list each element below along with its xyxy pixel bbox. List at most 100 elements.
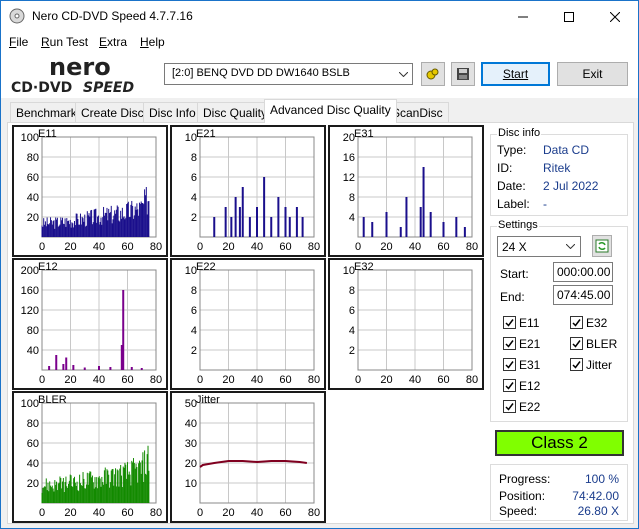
minimize-button[interactable]: [500, 1, 546, 32]
disc-id-label: ID:: [497, 161, 513, 175]
y-tick-label: 2: [191, 345, 197, 357]
maximize-button[interactable]: [546, 1, 592, 32]
close-button[interactable]: [592, 1, 638, 32]
checkbox-e31[interactable]: [503, 358, 516, 371]
y-tick-label: 2: [349, 345, 355, 357]
chart-e11: 20 40 60 80 100 0 20 40 60 80 E11: [12, 125, 168, 257]
tab-advanced-disc-quality[interactable]: Advanced Disc Quality: [264, 99, 397, 123]
maximize-icon: [564, 11, 574, 22]
save-button[interactable]: [451, 62, 475, 86]
checkbox-jitter[interactable]: [570, 358, 583, 371]
checkbox-e21-label: E21: [519, 337, 541, 351]
chart-title: BLER: [38, 394, 67, 406]
x-tick-label: 20: [222, 374, 234, 386]
check-icon: [572, 361, 581, 369]
checkbox-e11[interactable]: [503, 316, 516, 329]
start-button-label: Start: [502, 67, 529, 81]
y-tick-label: 80: [27, 152, 39, 164]
x-tick-label: 80: [150, 374, 162, 386]
x-tick-label: 20: [64, 507, 76, 519]
y-tick-label: 4: [349, 325, 355, 337]
x-tick-label: 60: [437, 374, 449, 386]
tab-disc-info[interactable]: Disc Info: [143, 102, 202, 122]
disc-info-title: Disc info: [497, 127, 542, 139]
menu-help[interactable]: Help: [140, 35, 165, 49]
y-tick-label: 60: [27, 438, 39, 450]
y-tick-label: 100: [21, 398, 39, 410]
checkbox-bler[interactable]: [570, 337, 583, 350]
y-tick-label: 8: [191, 285, 197, 297]
x-tick-label: 40: [93, 241, 105, 253]
tab-benchmark[interactable]: Benchmark: [10, 102, 83, 122]
checkbox-e22-label: E22: [519, 400, 541, 414]
settings-title: Settings: [497, 219, 539, 231]
svg-text:CD·DVD: CD·DVD: [11, 80, 72, 96]
drive-select-value: [2:0] BENQ DVD DD DW1640 BSLB: [172, 67, 350, 79]
y-tick-label: 8: [349, 192, 355, 204]
x-tick-label: 80: [150, 241, 162, 253]
chevron-down-icon: [394, 64, 412, 84]
checkbox-e22[interactable]: [503, 400, 516, 413]
check-icon: [505, 361, 514, 369]
eject-button[interactable]: [421, 62, 445, 86]
disc-type-value: Data CD: [543, 143, 590, 157]
checkbox-e12[interactable]: [503, 379, 516, 392]
jitter-line: [199, 460, 308, 468]
menu-run-test[interactable]: Run Test: [41, 35, 88, 49]
y-tick-label: 6: [191, 172, 197, 184]
x-tick-label: 80: [308, 507, 320, 519]
start-time-field[interactable]: 000:00.00: [553, 262, 613, 282]
end-time-field[interactable]: 074:45.00: [553, 285, 613, 305]
tab-create-disc[interactable]: Create Disc: [75, 102, 150, 122]
start-label: Start:: [500, 267, 529, 281]
app-window: Nero CD-DVD Speed 4.7.7.16 File Run Test…: [0, 0, 639, 529]
menu-file[interactable]: File: [9, 35, 28, 49]
tab-disc-quality[interactable]: Disc Quality: [197, 102, 274, 122]
y-tick-label: 12: [343, 172, 355, 184]
checkbox-e21[interactable]: [503, 337, 516, 350]
check-icon: [505, 340, 514, 348]
chart-title: E21: [196, 128, 216, 140]
checkbox-bler-label: BLER: [586, 337, 618, 351]
refresh-speed-button[interactable]: [592, 235, 612, 257]
y-tick-label: 200: [21, 265, 39, 277]
menu-extra[interactable]: Extra: [99, 35, 127, 49]
y-tick-label: 20: [27, 478, 39, 490]
svg-text:SPEED: SPEED: [83, 80, 134, 96]
x-tick-label: 0: [197, 374, 203, 386]
check-icon: [505, 382, 514, 390]
exit-button[interactable]: Exit: [557, 62, 628, 86]
settings-group: Settings 24 X Start: 000:00.00 End: 074:…: [490, 219, 628, 422]
start-button[interactable]: Start: [481, 62, 550, 86]
checkbox-e32[interactable]: [570, 316, 583, 329]
disc-label-label: Label:: [497, 197, 530, 211]
checkbox-e31-label: E31: [519, 358, 541, 372]
svg-text:nero: nero: [49, 54, 111, 81]
chart-title: E11: [38, 128, 57, 140]
y-tick-label: 40: [185, 418, 197, 430]
x-tick-label: 40: [409, 241, 421, 253]
y-tick-label: 60: [27, 172, 39, 184]
y-tick-label: 8: [191, 152, 197, 164]
y-tick-label: 80: [27, 325, 39, 337]
y-tick-label: 16: [343, 152, 355, 164]
y-tick-label: 10: [185, 478, 197, 490]
y-tick-label: 20: [185, 458, 197, 470]
x-tick-label: 80: [308, 374, 320, 386]
x-tick-label: 60: [279, 241, 291, 253]
drive-select[interactable]: [2:0] BENQ DVD DD DW1640 BSLB: [164, 63, 413, 85]
x-tick-label: 80: [466, 374, 478, 386]
chart-title: E22: [196, 261, 216, 273]
x-tick-label: 0: [39, 241, 45, 253]
checkbox-jitter-label: Jitter: [586, 358, 613, 372]
chart-title: E32: [354, 261, 374, 273]
chevron-down-icon: [566, 244, 575, 249]
y-tick-label: 4: [191, 325, 197, 337]
speed-select[interactable]: 24 X: [497, 236, 581, 257]
disc-type-label: Type:: [497, 143, 527, 157]
progress-group: Progress: 100 % Position: 74:42.00 Speed…: [490, 464, 628, 521]
x-tick-label: 0: [197, 507, 203, 519]
chart-jitter: 10 20 30 40 50 0 20 40 60 80 Jitter: [170, 391, 326, 523]
nero-logo: nero CD·DVD SPEED: [11, 54, 134, 96]
eject-icon: [426, 68, 439, 80]
